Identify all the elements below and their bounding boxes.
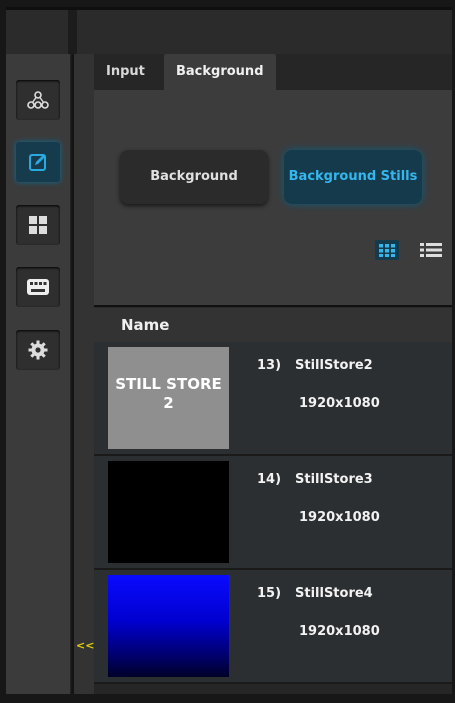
thumbnail-caption: STILL STORE 2 xyxy=(108,375,229,413)
nav-settings-button[interactable] xyxy=(16,330,60,370)
item-name: StillStore2 xyxy=(295,358,373,373)
top-bar xyxy=(6,7,452,57)
list-item[interactable]: 14) StillStore3 1920x1080 xyxy=(94,456,452,570)
item-resolution: 1920x1080 xyxy=(299,396,380,411)
nav-layout-button[interactable] xyxy=(16,205,60,245)
main-panel: Input Background Background Background S… xyxy=(94,54,452,694)
edit-icon xyxy=(29,154,46,171)
nav-keyboard-button[interactable] xyxy=(16,267,60,307)
item-name: StillStore4 xyxy=(295,586,373,601)
list-header: Name xyxy=(94,308,452,342)
background-settings-panel: Background Background Stills xyxy=(94,90,452,307)
still-thumbnail xyxy=(108,575,229,677)
tab-bar: Input Background xyxy=(94,54,452,90)
list-item[interactable]: 15) StillStore4 1920x1080 xyxy=(94,570,452,684)
background-button[interactable]: Background xyxy=(120,150,268,204)
network-icon xyxy=(27,91,49,109)
app-frame: << Input Background Background Backgroun… xyxy=(0,0,455,703)
top-bar-divider xyxy=(68,10,77,57)
grid-view-button[interactable] xyxy=(373,238,401,262)
item-resolution: 1920x1080 xyxy=(299,624,380,639)
still-thumbnail: STILL STORE 2 xyxy=(108,347,229,449)
grid-icon xyxy=(29,216,47,234)
nav-network-button[interactable] xyxy=(16,80,60,120)
background-stills-button[interactable]: Background Stills xyxy=(284,150,422,204)
tab-input[interactable]: Input xyxy=(94,54,157,90)
keyboard-icon xyxy=(27,279,49,295)
thumbnail-caption-line2: 2 xyxy=(163,394,174,412)
nav-edit-button[interactable] xyxy=(16,142,60,182)
list-view-button[interactable] xyxy=(417,238,445,262)
collapse-button[interactable]: << xyxy=(76,636,94,656)
list-view-icon xyxy=(420,243,442,257)
item-index: 13) xyxy=(257,358,282,373)
grid-view-icon xyxy=(375,240,399,260)
item-index: 15) xyxy=(257,586,282,601)
gear-icon xyxy=(28,340,48,360)
collapse-strip xyxy=(72,54,96,694)
list-item[interactable]: STILL STORE 2 13) StillStore2 1920x1080 xyxy=(94,342,452,456)
item-index: 14) xyxy=(257,472,282,487)
item-resolution: 1920x1080 xyxy=(299,510,380,525)
still-thumbnail xyxy=(108,461,229,563)
column-header-name[interactable]: Name xyxy=(121,316,169,334)
tab-background[interactable]: Background xyxy=(164,54,276,90)
item-name: StillStore3 xyxy=(295,472,373,487)
stills-list: Name STILL STORE 2 13) StillStore2 1920x… xyxy=(94,308,452,694)
thumbnail-caption-line1: STILL STORE xyxy=(115,375,222,393)
